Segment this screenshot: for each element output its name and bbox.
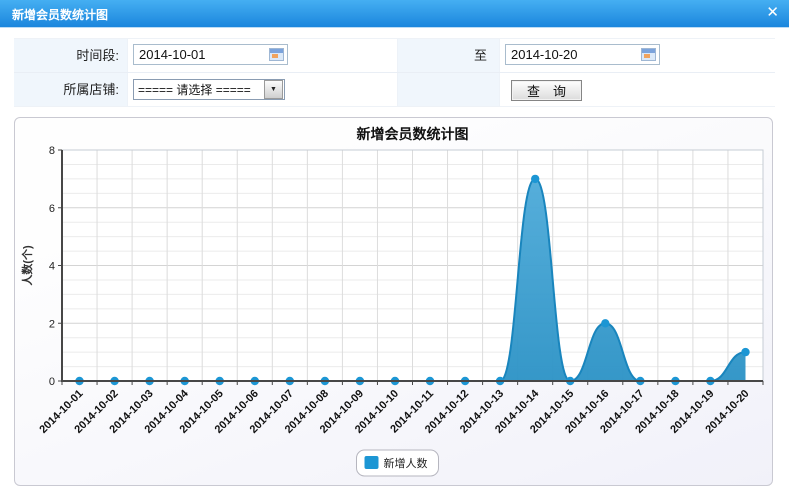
legend[interactable]: 新增人数	[357, 450, 439, 476]
start-date-box[interactable]	[133, 44, 288, 65]
calendar-icon[interactable]	[641, 48, 656, 61]
close-icon[interactable]: ✕	[766, 4, 779, 22]
chart-panel: 024682014-10-012014-10-022014-10-032014-…	[14, 117, 773, 486]
shop-select[interactable]: ===== 请选择 ===== ▼	[133, 79, 285, 100]
legend-label: 新增人数	[384, 456, 428, 470]
end-date-cell	[500, 39, 775, 72]
y-axis-label: 人数(个)	[20, 245, 34, 286]
chart-canvas: 024682014-10-012014-10-022014-10-032014-…	[15, 118, 772, 485]
form-row-dates: 时间段: 至	[14, 39, 775, 73]
start-date-input[interactable]	[134, 47, 269, 62]
legend-swatch	[365, 456, 379, 469]
query-cell: 查 询	[500, 73, 775, 106]
statistics-dialog: 新增会员数统计图 ✕ 时间段: 至 所属店铺:	[0, 0, 789, 493]
empty-cell	[398, 73, 500, 106]
end-date-box[interactable]	[505, 44, 660, 65]
dialog-title: 新增会员数统计图	[12, 6, 108, 23]
form-row-shop: 所属店铺: ===== 请选择 ===== ▼ 查 询	[14, 73, 775, 106]
data-point-marker	[531, 175, 539, 183]
calendar-icon[interactable]	[269, 48, 284, 61]
y-tick-label: 8	[49, 145, 55, 157]
y-tick-label: 4	[49, 261, 55, 273]
dialog-titlebar: 新增会员数统计图 ✕	[0, 0, 789, 28]
data-point-marker	[601, 319, 609, 327]
end-date-input[interactable]	[506, 47, 641, 62]
y-tick-label: 2	[49, 318, 55, 330]
chevron-down-icon[interactable]: ▼	[264, 80, 283, 99]
shop-label: 所属店铺:	[14, 73, 128, 106]
shop-select-value: ===== 请选择 =====	[134, 81, 251, 98]
data-point-marker	[741, 348, 749, 356]
chart-title: 新增会员数统计图	[357, 126, 469, 142]
shop-select-cell: ===== 请选择 ===== ▼	[128, 73, 398, 106]
gridlines	[62, 150, 763, 381]
filter-form: 时间段: 至 所属店铺: ===== 请选择 ===== ▼	[14, 38, 775, 107]
y-tick-label: 6	[49, 203, 55, 215]
start-date-cell	[128, 39, 398, 72]
to-label: 至	[398, 39, 500, 72]
y-tick-label: 0	[49, 376, 55, 388]
query-button[interactable]: 查 询	[511, 80, 582, 101]
time-period-label: 时间段:	[14, 39, 128, 72]
